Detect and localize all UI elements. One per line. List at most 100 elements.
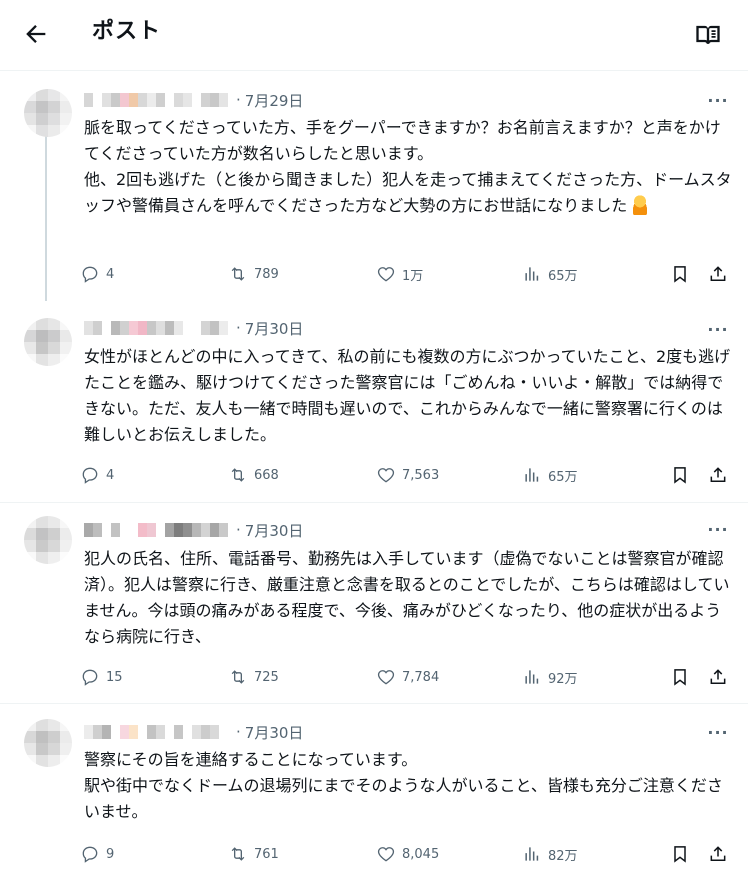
repost-button[interactable]: 725 (228, 664, 279, 690)
views-button[interactable]: 65万 (522, 261, 578, 287)
post[interactable]: · 7月29日 ··· 脈を取ってくださっていた方、手をグーパーできますか？お名… (0, 71, 748, 301)
bar-chart-icon (525, 670, 539, 684)
reply-icon (82, 467, 98, 484)
post-meta: · 7月30日 (84, 317, 303, 339)
reader-mode-button[interactable] (694, 20, 722, 48)
reply-button[interactable]: 4 (80, 462, 114, 488)
post[interactable]: · 7月30日 ··· 犯人の氏名、住所、電話番号、勤務先は入手しています（虚偽… (0, 504, 748, 704)
divider (0, 502, 748, 503)
thread-line (45, 133, 47, 301)
meta-separator: · (236, 723, 241, 741)
post-meta: · 7月30日 (84, 721, 303, 743)
views-button[interactable]: 82万 (522, 841, 578, 867)
view-count: 92万 (548, 671, 578, 687)
repost-icon (231, 468, 245, 482)
book-open-icon (696, 25, 720, 44)
avatar[interactable] (24, 516, 72, 564)
repost-button[interactable]: 761 (228, 841, 279, 867)
post-text: 犯人の氏名、住所、電話番号、勤務先は入手しています（虚偽でないことは警察官が確認… (84, 549, 730, 646)
repost-count: 668 (254, 467, 279, 483)
bar-chart-icon (525, 267, 539, 281)
reply-button[interactable]: 9 (80, 841, 114, 867)
top-header: ポスト (0, 0, 748, 71)
like-count: 7,563 (402, 467, 440, 483)
divider (0, 703, 748, 704)
repost-count: 725 (254, 669, 279, 685)
person-bowing-emoji (629, 193, 652, 215)
meta-separator: · (236, 91, 241, 109)
post[interactable]: · 7月30日 ··· 警察にその旨を連絡することになっています。 駅や街中でな… (0, 705, 748, 883)
like-count: 7,784 (402, 669, 440, 685)
more-options-button[interactable]: ··· (702, 320, 734, 340)
post-text: 警察にその旨を連絡することになっています。 駅や街中でなくドームの退場列にまでそ… (84, 750, 723, 821)
views-button[interactable]: 65万 (522, 462, 578, 488)
views-button[interactable]: 92万 (522, 664, 578, 690)
view-count: 82万 (548, 848, 578, 864)
post-time[interactable]: 7月29日 (245, 90, 304, 111)
bar-chart-icon (525, 468, 539, 482)
avatar[interactable] (24, 719, 72, 767)
repost-icon (231, 670, 245, 684)
post[interactable]: · 7月30日 ··· 女性がほとんどの中に入ってきて、私の前にも複数の方にぶつ… (0, 300, 748, 503)
repost-count: 761 (254, 846, 279, 862)
page-title: ポスト (92, 19, 162, 44)
reply-icon (82, 266, 98, 283)
more-options-button[interactable]: ··· (702, 723, 734, 743)
like-button[interactable]: 7,784 (376, 664, 439, 690)
heart-icon (377, 468, 395, 483)
arrow-left-icon (26, 25, 46, 43)
post-actions: 4 668 7,563 65万 (80, 462, 740, 488)
bookmark-button[interactable] (670, 664, 690, 690)
bookmark-button[interactable] (670, 261, 690, 287)
post-time[interactable]: 7月30日 (245, 318, 304, 339)
bar-chart-icon (525, 847, 539, 861)
blurred-username[interactable] (84, 725, 228, 739)
back-button[interactable] (22, 20, 50, 48)
reply-button[interactable]: 4 (80, 261, 114, 287)
bookmark-button[interactable] (670, 841, 690, 867)
post-time[interactable]: 7月30日 (245, 520, 304, 541)
avatar[interactable] (24, 89, 72, 137)
meta-separator: · (236, 521, 241, 539)
share-icon (710, 846, 726, 861)
repost-icon (231, 267, 245, 281)
bookmark-button[interactable] (670, 462, 690, 488)
repost-count: 789 (254, 266, 279, 282)
blurred-username[interactable] (84, 93, 228, 107)
post-meta: · 7月29日 (84, 89, 303, 111)
more-options-button[interactable]: ··· (702, 91, 734, 111)
heart-icon (377, 267, 395, 282)
reply-count: 4 (106, 266, 115, 282)
like-button[interactable]: 8,045 (376, 841, 439, 867)
more-options-button[interactable]: ··· (702, 520, 734, 540)
meta-separator: · (236, 319, 241, 337)
share-icon (710, 266, 726, 281)
share-button[interactable] (708, 664, 728, 690)
like-count: 8,045 (402, 846, 440, 862)
view-count: 65万 (548, 469, 578, 485)
bookmark-icon (674, 467, 686, 484)
repost-button[interactable]: 668 (228, 462, 279, 488)
share-button[interactable] (708, 261, 728, 287)
post-text: 脈を取ってくださっていた方、手をグーパーできますか？お名前言えますか？と声をかけ… (84, 118, 732, 215)
avatar[interactable] (24, 318, 72, 366)
repost-icon (231, 847, 245, 861)
reply-count: 15 (106, 669, 123, 685)
heart-icon (377, 670, 395, 685)
post-actions: 4 789 1万 65万 (80, 261, 740, 287)
post-actions: 15 725 7,784 92万 (80, 664, 740, 690)
post-actions: 9 761 8,045 82万 (80, 841, 740, 867)
reply-count: 9 (106, 846, 115, 862)
view-count: 65万 (548, 268, 578, 284)
share-button[interactable] (708, 841, 728, 867)
like-button[interactable]: 1万 (376, 261, 423, 287)
share-icon (710, 669, 726, 684)
post-time[interactable]: 7月30日 (245, 722, 304, 743)
repost-button[interactable]: 789 (228, 261, 279, 287)
reply-button[interactable]: 15 (80, 664, 123, 690)
post-meta: · 7月30日 (84, 519, 303, 541)
like-button[interactable]: 7,563 (376, 462, 439, 488)
blurred-username[interactable] (84, 321, 228, 335)
blurred-username[interactable] (84, 523, 228, 537)
share-button[interactable] (708, 462, 728, 488)
